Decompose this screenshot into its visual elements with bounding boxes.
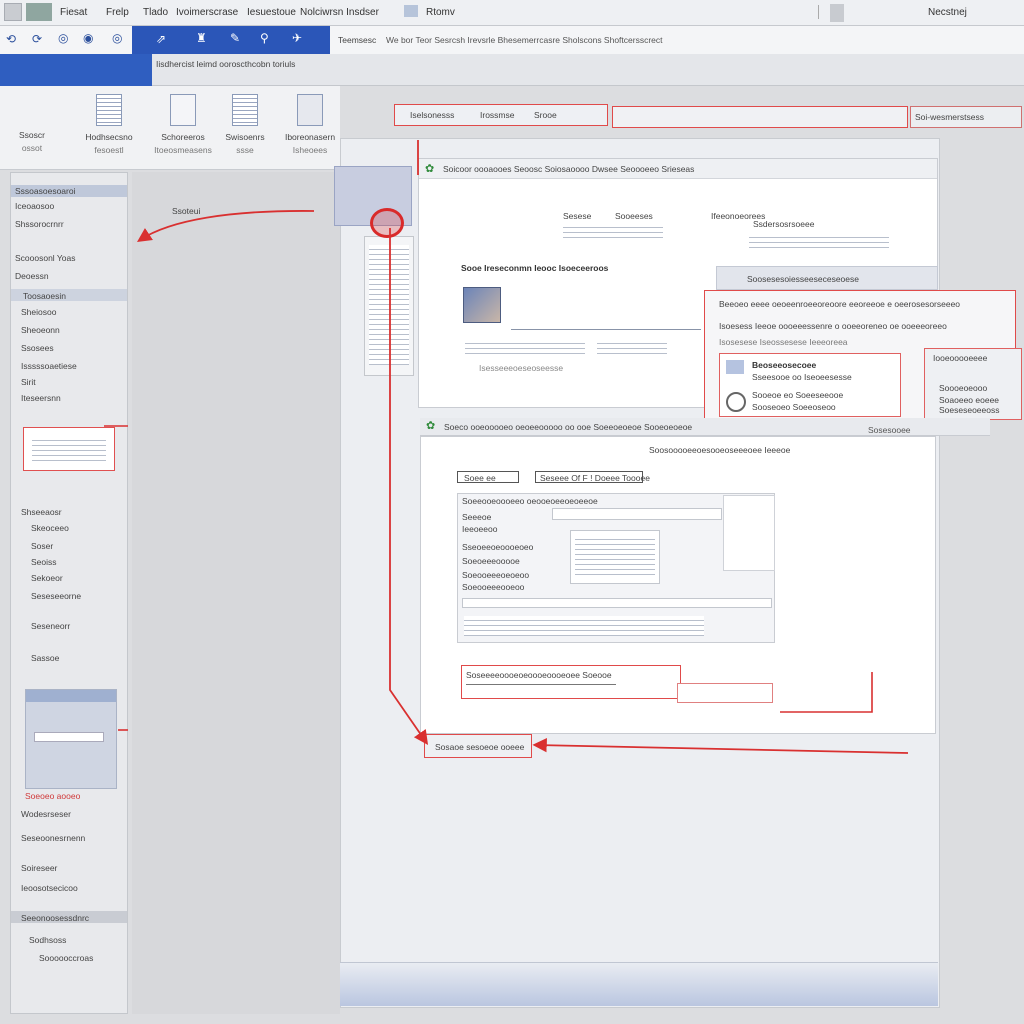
annotation-arrows (104, 140, 909, 754)
arrow-left (137, 210, 315, 242)
arrow-down (389, 228, 429, 745)
arrow-bottom (532, 738, 909, 754)
arrow-right-bracket (780, 672, 873, 713)
